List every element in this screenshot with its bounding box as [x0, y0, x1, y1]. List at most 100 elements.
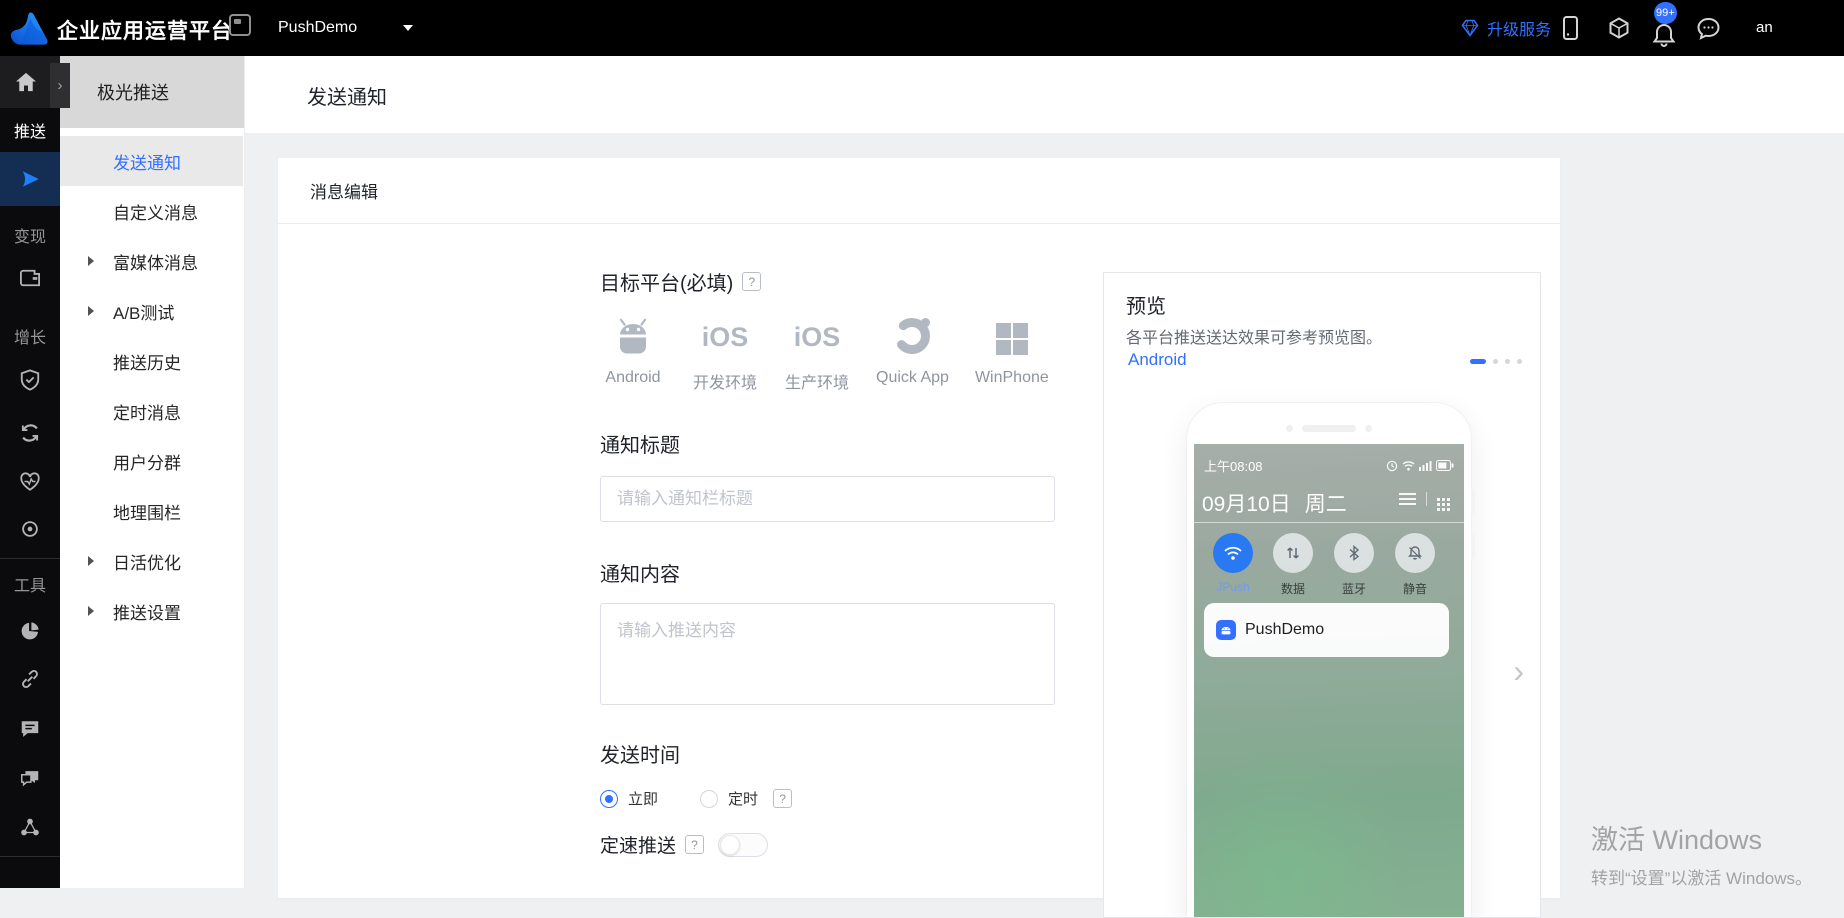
notification-bell-icon[interactable]: 99+	[1648, 0, 1680, 56]
expand-chevron-icon	[88, 556, 94, 566]
rail-item-refresh[interactable]	[0, 416, 60, 450]
rail-item-share[interactable]	[0, 810, 60, 844]
sidebar-item-send-notification[interactable]: 发送通知	[60, 136, 243, 186]
shade-controls	[1399, 492, 1452, 506]
submenu-list: 发送通知 自定义消息 富媒体消息 A/B测试 推送历史 定时消息 用户分群 地理…	[60, 136, 243, 636]
menu-label: 发送通知	[113, 149, 181, 174]
sidebar-item-geofence[interactable]: 地理围栏	[60, 486, 243, 536]
platform-options: Android iOS 开发环境 iOS 生产环境 Quick App	[600, 312, 1070, 393]
notification-title-input[interactable]	[600, 476, 1055, 522]
expand-chevron-icon	[88, 606, 94, 616]
rail-item-wallet[interactable]	[0, 261, 60, 295]
rail-group-push-label: 推送	[0, 118, 60, 142]
phone-weekday: 周二	[1305, 488, 1347, 518]
menu-label: 定时消息	[113, 399, 181, 424]
phone-status-bar: 上午08:08	[1204, 456, 1454, 475]
notification-title-label: 通知标题	[600, 429, 1070, 458]
rail-group-monetize-label: 变现	[0, 223, 60, 247]
platform-option-android[interactable]: Android	[600, 312, 666, 393]
rail-item-feedback[interactable]	[0, 760, 60, 794]
aurora-logo-icon	[10, 10, 48, 47]
rail-item-sms[interactable]	[0, 712, 60, 746]
username-label[interactable]: an	[1756, 19, 1773, 36]
rail-item-analytics[interactable]	[0, 614, 60, 648]
secondary-sidebar: 极光推送 发送通知 自定义消息 富媒体消息 A/B测试 推送历史 定时消息 用户…	[60, 56, 245, 888]
sidebar-item-push-history[interactable]: 推送历史	[60, 336, 243, 386]
resources-cube-icon[interactable]	[1603, 0, 1635, 56]
menu-label: 日活优化	[113, 549, 181, 574]
page-header-band: 发送通知	[245, 56, 1844, 133]
notification-count-badge: 99+	[1654, 2, 1677, 24]
platform-label: 生产环境	[785, 369, 849, 393]
sidebar-item-push-settings[interactable]: 推送设置	[60, 586, 243, 636]
phone-date: 09月10日	[1202, 488, 1291, 518]
sidebar-item-rich-media[interactable]: 富媒体消息	[60, 236, 243, 286]
radio-immediate-label[interactable]: 立即	[628, 788, 658, 809]
carousel-dot[interactable]	[1517, 359, 1522, 364]
label-text: 通知标题	[600, 429, 680, 458]
app-switcher-icon[interactable]	[229, 14, 251, 36]
preview-tab-android[interactable]: Android	[1128, 350, 1187, 370]
upgrade-service-link[interactable]: 升级服务	[1460, 0, 1551, 56]
feedback-chat-icon[interactable]	[1692, 0, 1724, 56]
radio-scheduled-label[interactable]: 定时	[728, 788, 758, 809]
rail-group-tools-label: 工具	[0, 572, 60, 596]
sidebar-collapse-button[interactable]	[50, 63, 70, 108]
sidebar-item-ab-test[interactable]: A/B测试	[60, 286, 243, 336]
status-icons	[1386, 460, 1454, 472]
mobile-device-icon[interactable]	[1554, 0, 1586, 56]
home-icon	[15, 72, 37, 92]
carousel-dot-active[interactable]	[1470, 359, 1486, 364]
signal-icon	[1419, 460, 1432, 471]
menu-label: 地理围栏	[113, 499, 181, 524]
phone-screen: 上午08:08 09月10日 周二	[1194, 444, 1464, 918]
platform-label: 开发环境	[693, 369, 757, 393]
help-icon[interactable]	[685, 835, 704, 854]
sidebar-item-user-segment[interactable]: 用户分群	[60, 436, 243, 486]
sidebar-item-scheduled-message[interactable]: 定时消息	[60, 386, 243, 436]
platform-option-quickapp[interactable]: Quick App	[876, 312, 949, 393]
battery-icon	[1436, 460, 1454, 471]
sidebar-item-dau-optimization[interactable]: 日活优化	[60, 536, 243, 586]
mute-bell-toggle-icon	[1395, 533, 1435, 573]
help-icon[interactable]	[742, 272, 761, 291]
carousel-dot[interactable]	[1493, 359, 1498, 364]
rail-item-push-send[interactable]	[0, 152, 60, 206]
rail-item-shield[interactable]	[0, 363, 60, 397]
radio-scheduled[interactable]	[700, 790, 718, 808]
rail-item-target[interactable]	[0, 512, 60, 546]
chat-arrow-icon	[19, 767, 41, 788]
toggle-data: 数据	[1263, 533, 1323, 597]
rail-item-health[interactable]	[0, 464, 60, 498]
phone-mockup: 上午08:08 09月10日 周二	[1187, 403, 1471, 918]
notification-content-textarea[interactable]	[600, 603, 1055, 705]
toggle-bluetooth: 蓝牙	[1324, 533, 1384, 597]
menu-label: 自定义消息	[113, 199, 198, 224]
carousel-dot[interactable]	[1505, 359, 1510, 364]
toggle-label: 数据	[1263, 580, 1323, 597]
pie-chart-icon	[19, 620, 41, 642]
send-time-label: 发送时间	[600, 739, 1070, 768]
platform-option-winphone[interactable]: WinPhone	[975, 312, 1049, 393]
menu-label: 用户分群	[113, 449, 181, 474]
help-icon[interactable]	[773, 789, 792, 808]
ios-icon: iOS	[702, 312, 749, 356]
message-icon	[19, 719, 41, 740]
carousel-next-icon[interactable]	[1513, 655, 1524, 687]
platform-option-ios-dev[interactable]: iOS 开发环境	[692, 312, 758, 393]
sidebar-item-custom-message[interactable]: 自定义消息	[60, 186, 243, 236]
share-nodes-icon	[19, 816, 41, 838]
platform-label: WinPhone	[975, 369, 1049, 387]
rail-item-shortlink[interactable]	[0, 662, 60, 696]
platform-option-ios-prod[interactable]: iOS 生产环境	[784, 312, 850, 393]
notification-app-name: PushDemo	[1245, 621, 1324, 639]
toggle-label: 静音	[1385, 580, 1445, 597]
platform-label: Quick App	[876, 369, 949, 387]
rate-push-toggle[interactable]	[718, 833, 768, 857]
rail-group-growth-label: 增长	[0, 324, 60, 348]
target-icon	[19, 518, 41, 540]
app-selector[interactable]: PushDemo	[278, 0, 413, 56]
menu-label: 推送设置	[113, 599, 181, 624]
radio-immediate[interactable]	[600, 790, 618, 808]
hamburger-icon	[1399, 498, 1416, 500]
